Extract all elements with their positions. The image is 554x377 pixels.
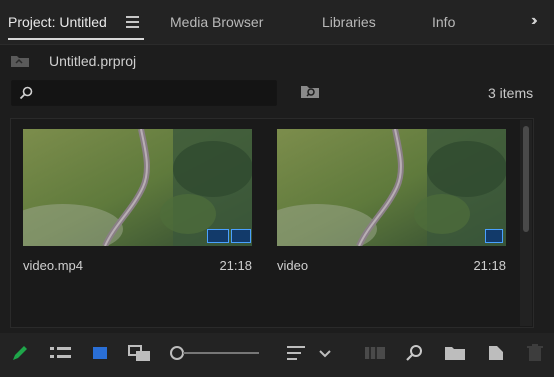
zoom-slider-knob[interactable] xyxy=(170,346,184,360)
sort-icon[interactable] xyxy=(286,343,308,363)
project-file-row: Untitled.prproj xyxy=(0,44,554,78)
automate-to-sequence-icon[interactable] xyxy=(364,343,386,363)
audio-badge-icon xyxy=(231,229,251,243)
folder-up-icon[interactable] xyxy=(10,53,30,68)
tab-media-browser[interactable]: Media Browser xyxy=(170,14,263,30)
new-item-icon[interactable] xyxy=(486,343,506,363)
clip-card[interactable]: video 21:18 xyxy=(277,129,506,273)
search-input[interactable] xyxy=(11,80,277,106)
list-view-icon[interactable] xyxy=(49,343,73,363)
tab-libraries[interactable]: Libraries xyxy=(322,14,376,30)
tab-project[interactable]: Project: Untitled xyxy=(8,14,107,30)
chevron-down-icon[interactable] xyxy=(318,343,332,363)
pencil-icon[interactable] xyxy=(10,343,30,363)
freeform-view-icon[interactable] xyxy=(127,343,153,363)
scroll-thumb[interactable] xyxy=(523,126,529,232)
items-count: 3 items xyxy=(488,85,534,101)
bottom-toolbar xyxy=(0,333,554,377)
project-name: Untitled.prproj xyxy=(49,53,137,69)
tab-overflow-icon[interactable]: ›› xyxy=(531,12,537,30)
clip-name: video.mp4 xyxy=(23,258,83,273)
clip-duration: 21:18 xyxy=(473,258,506,273)
clip-duration: 21:18 xyxy=(219,258,252,273)
clip-name: video xyxy=(277,258,309,273)
sequence-badge-icon xyxy=(485,229,503,243)
vertical-scrollbar[interactable] xyxy=(520,120,532,326)
zoom-slider-track[interactable] xyxy=(183,352,259,354)
search-icon xyxy=(19,86,33,100)
tab-info[interactable]: Info xyxy=(432,14,455,30)
clip-thumbnail[interactable] xyxy=(23,129,252,246)
icon-view-icon[interactable] xyxy=(91,343,109,363)
new-bin-icon[interactable] xyxy=(444,343,466,363)
trash-icon[interactable] xyxy=(526,343,544,363)
active-tab-underline xyxy=(8,38,144,40)
video-badge-icon xyxy=(207,229,229,243)
clip-card[interactable]: video.mp4 21:18 xyxy=(23,129,252,273)
panel-tab-bar: Project: Untitled Media Browser Librarie… xyxy=(0,0,554,45)
find-bin-icon[interactable] xyxy=(300,83,320,99)
panel-menu-icon[interactable] xyxy=(126,16,139,28)
clip-thumbnail[interactable] xyxy=(277,129,506,246)
find-icon[interactable] xyxy=(405,343,425,363)
